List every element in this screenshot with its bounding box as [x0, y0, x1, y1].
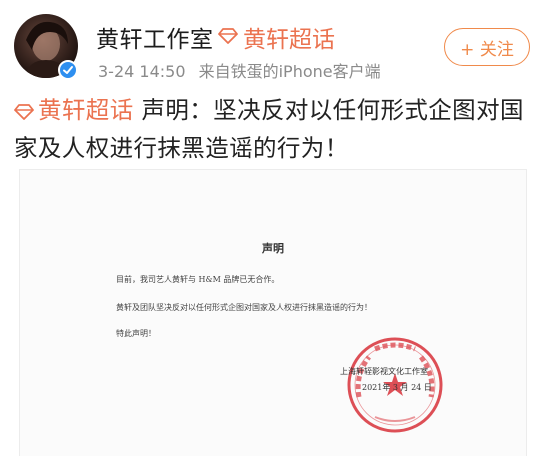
super-topic-icon [218, 24, 238, 50]
statement-paragraph: 黄轩及团队坚决反对以任何形式企图对国家及人权进行抹黑造谣的行为！ [116, 303, 372, 312]
statement-paragraph: 目前，我司艺人黄轩与 H&M 品牌已无合作。 [116, 275, 280, 284]
statement-signature: 上海轩轾影视文化工作室 [340, 367, 428, 376]
post-text: 黄轩超话 声明：坚决反对以任何形式企图对国家及人权进行抹黑造谣的行为！ [14, 92, 534, 166]
follow-button[interactable]: + 关注 [444, 28, 530, 66]
post-meta: 3-24 14:50 来自铁蛋的iPhone客户端 [98, 58, 389, 82]
verified-icon [58, 60, 78, 80]
post-topic-label: 黄轩超话 [38, 96, 134, 124]
statement-date: 2021年 3 月 24 日 [362, 383, 432, 392]
statement-image[interactable]: 声明 目前，我司艺人黄轩与 H&M 品牌已无合作。 黄轩及团队坚决反对以任何形式… [20, 170, 526, 456]
post-topic-link[interactable]: 黄轩超话 [14, 96, 134, 124]
super-topic-icon [14, 94, 34, 130]
author-name[interactable]: 黄轩工作室 [96, 20, 214, 54]
weibo-post: 黄轩工作室 黄轩超话 3-24 14:50 来自铁蛋的iPhone客户端 + 关… [0, 0, 550, 456]
topic-link[interactable]: 黄轩超话 [218, 20, 335, 54]
statement-paragraph: 特此声明！ [116, 329, 156, 338]
statement-title: 声明 [262, 242, 284, 255]
post-source: 来自铁蛋的iPhone客户端 [198, 62, 381, 81]
post-timestamp: 3-24 14:50 [98, 62, 186, 81]
topic-link-label: 黄轩超话 [243, 27, 335, 53]
